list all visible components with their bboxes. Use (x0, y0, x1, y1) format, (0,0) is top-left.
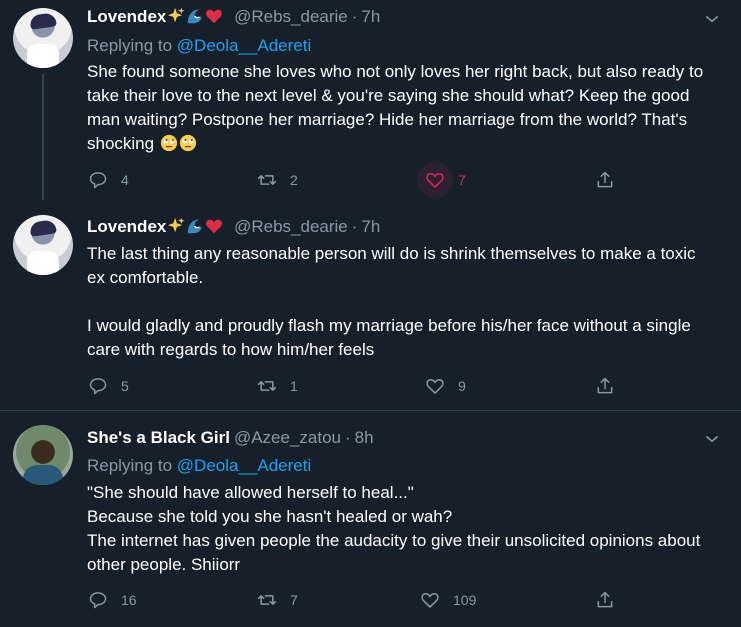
chevron-down-icon[interactable] (703, 10, 721, 28)
replying-to: Replying to @Deola__Adereti (87, 456, 311, 476)
tweet-paragraph: The last thing any reasonable person wil… (87, 244, 696, 287)
timestamp[interactable]: 7h (361, 7, 380, 26)
retweet-icon (257, 175, 277, 185)
reply-icon (89, 592, 107, 609)
tweet-2[interactable]: Lovendex @Rebs_dearie · 7h The last thing … (0, 200, 741, 410)
retweet-count: 1 (290, 378, 298, 394)
tweet-3[interactable]: She's a Black Girl @Azee_zatou · 8h Replyin… (0, 411, 741, 627)
tweet-line: The internet has given people the audaci… (87, 531, 701, 574)
like-button[interactable]: 109 (420, 588, 476, 612)
reply-count: 16 (121, 592, 137, 608)
reply-button[interactable]: 16 (88, 588, 137, 612)
wave-icon (188, 9, 202, 24)
author-handle[interactable]: @Rebs_dearie (234, 217, 348, 236)
retweet-button[interactable]: 7 (257, 588, 298, 612)
tweet-actions: 5 1 9 (87, 374, 647, 398)
sparkles-icon (168, 7, 185, 23)
share-icon (597, 591, 613, 608)
retweet-count: 7 (290, 592, 298, 608)
separator-dot: · (351, 7, 358, 26)
author-name[interactable]: Lovendex (87, 7, 166, 26)
retweet-button[interactable]: 2 (257, 168, 298, 192)
mention-link[interactable]: @Deola__Adereti (177, 456, 311, 475)
author-handle[interactable]: @Azee_zatou (234, 428, 341, 447)
heart-outline-icon (426, 378, 444, 394)
retweet-icon (257, 381, 277, 391)
tweet-text: "She should have allowed herself to heal… (87, 481, 717, 577)
chevron-down-icon[interactable] (703, 430, 721, 448)
share-icon (597, 377, 613, 394)
share-button[interactable] (595, 588, 615, 612)
share-button[interactable] (595, 374, 615, 398)
sparkles-icon (168, 217, 185, 233)
thread-connector-line (42, 74, 44, 200)
author-line: Lovendex @Rebs_dearie · 7h (87, 7, 380, 27)
reply-count: 4 (121, 172, 129, 188)
tweet-paragraph: I would gladly and proudly flash my marr… (87, 316, 691, 359)
replying-to-label: Replying to (87, 36, 173, 55)
avatar[interactable] (13, 8, 73, 68)
like-button[interactable]: 7 (425, 168, 466, 192)
like-button[interactable]: 9 (425, 374, 466, 398)
heart-icon (206, 219, 223, 234)
like-count: 7 (458, 172, 466, 188)
replying-to-label: Replying to (87, 456, 173, 475)
retweet-button[interactable]: 1 (257, 374, 298, 398)
tweet-text: The last thing any reasonable person wil… (87, 242, 717, 362)
tweet-1[interactable]: Lovendex @Rebs_dearie · 7h Replying to @De… (0, 0, 741, 200)
tweet-text: She found someone she loves who not only… (87, 60, 717, 156)
like-count: 109 (453, 592, 477, 608)
author-line: She's a Black Girl @Azee_zatou · 8h (87, 428, 374, 448)
heart-outline-icon (426, 172, 444, 188)
retweet-icon (257, 595, 277, 605)
reply-icon (89, 378, 107, 395)
heart-outline-icon (421, 592, 439, 608)
tweet-actions: 16 7 109 (87, 588, 647, 612)
tweet-actions: 4 2 7 (87, 162, 647, 198)
reply-icon (89, 172, 107, 189)
heart-icon (206, 9, 223, 24)
mention-link[interactable]: @Deola__Adereti (177, 36, 311, 55)
timestamp[interactable]: 8h (355, 428, 374, 447)
tweet-line: "She should have allowed herself to heal… (87, 483, 414, 502)
reply-count: 5 (121, 378, 129, 394)
face-with-rolling-eyes-icon (179, 134, 196, 152)
author-handle[interactable]: @Rebs_dearie (234, 7, 348, 26)
author-line: Lovendex @Rebs_dearie · 7h (87, 217, 380, 237)
replying-to: Replying to @Deola__Adereti (87, 36, 311, 56)
wave-icon (188, 219, 202, 234)
author-name[interactable]: She's a Black Girl (87, 428, 230, 447)
separator-dot: · (345, 428, 351, 447)
separator-dot: · (351, 217, 358, 236)
timestamp[interactable]: 7h (361, 217, 380, 236)
face-with-rolling-eyes-icon (160, 134, 177, 152)
like-count: 9 (458, 378, 466, 394)
reply-button[interactable]: 4 (88, 168, 129, 192)
avatar[interactable] (13, 425, 73, 485)
retweet-count: 2 (290, 172, 298, 188)
tweet-line: Because she told you she hasn't healed o… (87, 507, 453, 526)
avatar[interactable] (13, 215, 73, 275)
reply-button[interactable]: 5 (88, 374, 129, 398)
author-name[interactable]: Lovendex (87, 217, 166, 236)
share-button[interactable] (595, 168, 615, 192)
share-icon (597, 171, 613, 188)
